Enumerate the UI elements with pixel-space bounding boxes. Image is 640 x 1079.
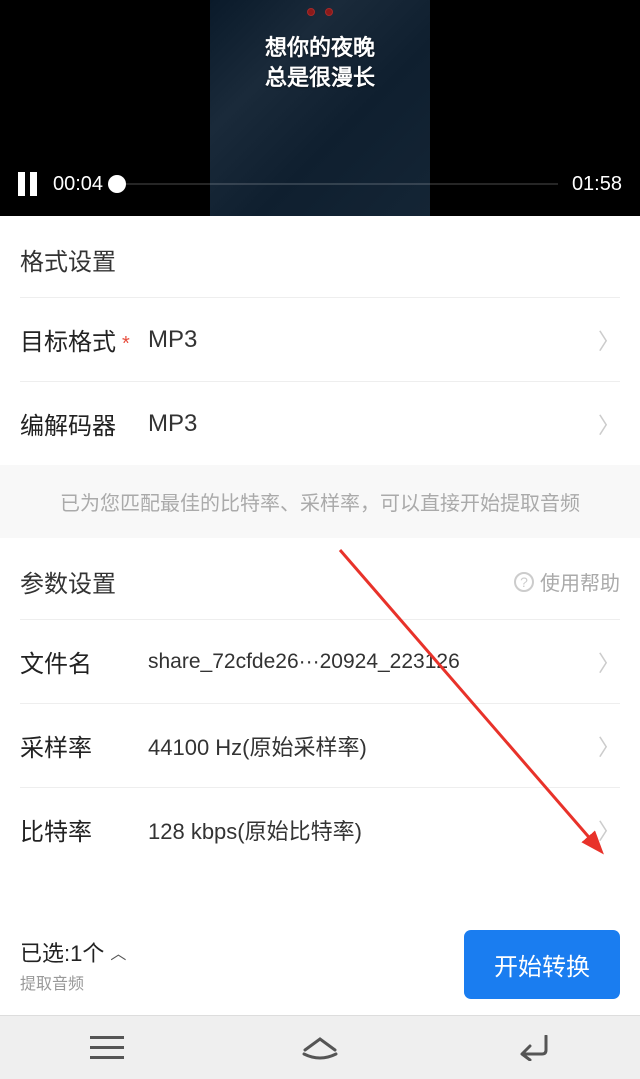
help-link[interactable]: ? 使用帮助	[514, 567, 620, 596]
target-format-value: MP3	[148, 326, 598, 354]
video-indicators	[307, 8, 333, 16]
lyrics-line-1: 想你的夜晚	[265, 30, 375, 62]
start-convert-button[interactable]: 开始转换	[464, 930, 620, 999]
sample-rate-value: 44100 Hz(原始采样率)	[148, 730, 598, 762]
chevron-right-icon: 〉	[598, 730, 620, 762]
bottom-bar: 已选:1个 ︿ 提取音频 开始转换	[0, 918, 640, 1015]
help-label: 使用帮助	[540, 567, 620, 596]
hint-text: 已为您匹配最佳的比特率、采样率，可以直接开始提取音频	[0, 465, 640, 538]
help-icon: ?	[514, 572, 534, 592]
player-controls: 00:04 01:58	[0, 172, 640, 196]
total-time: 01:58	[572, 173, 622, 196]
chevron-right-icon: 〉	[598, 646, 620, 678]
format-section-title: 格式设置	[20, 216, 620, 297]
filename-label: 文件名	[20, 644, 148, 679]
bitrate-value: 128 kbps(原始比特率)	[148, 814, 598, 846]
target-format-row[interactable]: 目标格式* MP3 〉	[20, 297, 620, 381]
lyrics-line-2: 总是很漫长	[265, 60, 375, 92]
param-section-title: 参数设置	[20, 564, 116, 599]
selected-count-label: 已选:1个	[20, 936, 104, 968]
filename-row[interactable]: 文件名 share_72cfde26···20924_223126 〉	[20, 619, 620, 703]
selected-sub-label: 提取音频	[20, 970, 126, 994]
chevron-right-icon: 〉	[598, 814, 620, 846]
current-time: 00:04	[53, 173, 103, 196]
pause-icon[interactable]	[18, 172, 37, 196]
video-player: 想你的夜晚 总是很漫长 00:04 01:58	[0, 0, 640, 216]
menu-button[interactable]	[82, 1030, 132, 1066]
sample-rate-row[interactable]: 采样率 44100 Hz(原始采样率) 〉	[20, 703, 620, 787]
progress-bar[interactable]	[117, 182, 558, 186]
bitrate-label: 比特率	[20, 812, 148, 847]
system-nav-bar	[0, 1015, 640, 1079]
selected-info[interactable]: 已选:1个 ︿ 提取音频	[20, 936, 126, 994]
caret-up-icon: ︿	[110, 940, 126, 964]
filename-value: share_72cfde26···20924_223126	[148, 650, 598, 674]
home-icon	[301, 1036, 339, 1060]
bitrate-row[interactable]: 比特率 128 kbps(原始比特率) 〉	[20, 787, 620, 871]
chevron-right-icon: 〉	[598, 408, 620, 440]
target-format-label: 目标格式*	[20, 322, 148, 357]
codec-row[interactable]: 编解码器 MP3 〉	[20, 381, 620, 465]
codec-value: MP3	[148, 410, 598, 438]
progress-handle[interactable]	[108, 175, 126, 193]
back-button[interactable]	[508, 1030, 558, 1066]
menu-icon	[90, 1036, 124, 1059]
codec-label: 编解码器	[20, 406, 148, 441]
sample-rate-label: 采样率	[20, 728, 148, 763]
back-icon	[516, 1035, 550, 1061]
home-button[interactable]	[295, 1030, 345, 1066]
chevron-right-icon: 〉	[598, 324, 620, 356]
